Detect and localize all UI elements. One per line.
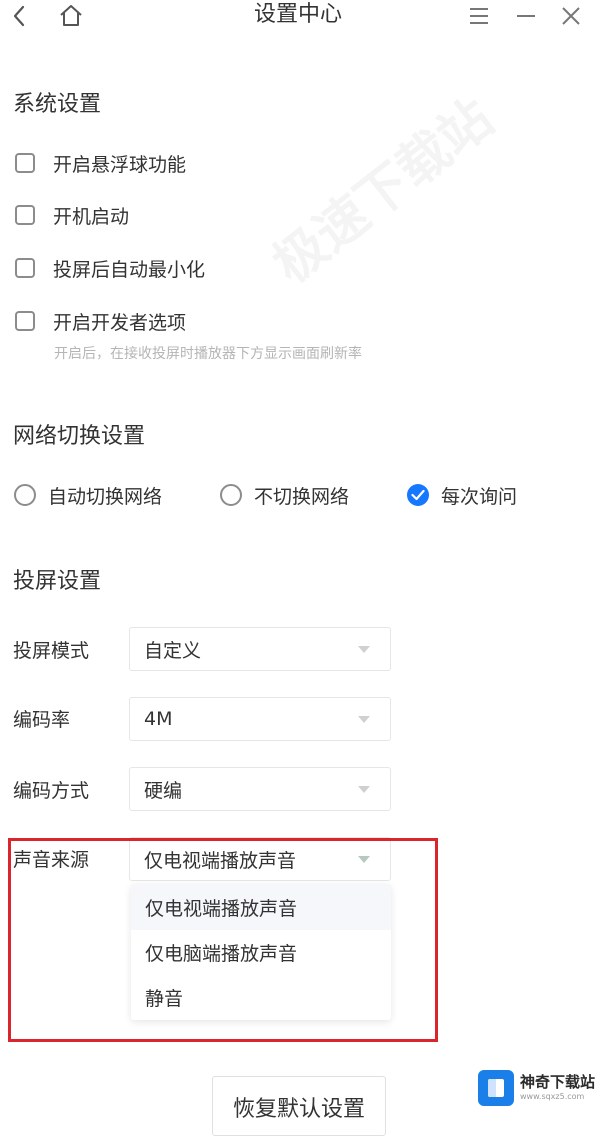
annotation-highlight-box — [8, 838, 438, 1042]
logo-name: 神奇下载站 — [520, 1073, 596, 1091]
watermark: 极速下载站 — [254, 78, 505, 297]
dropdown-arrow-icon — [358, 716, 370, 723]
bitrate-label: 编码率 — [13, 709, 71, 731]
radio-button[interactable] — [14, 484, 36, 506]
option-auto-minimize[interactable]: 投屏后自动最小化 — [15, 254, 205, 282]
option-floating-ball[interactable]: 开启悬浮球功能 — [15, 149, 186, 177]
radio-button-checked[interactable] — [407, 484, 429, 506]
radio-label: 自动切换网络 — [48, 485, 163, 508]
minimize-icon[interactable] — [512, 2, 540, 30]
radio-button[interactable] — [220, 484, 242, 506]
select-value: 硬编 — [144, 779, 183, 802]
close-icon[interactable] — [557, 2, 585, 30]
radio-ask-every-time[interactable]: 每次询问 — [407, 480, 517, 510]
encoding-label: 编码方式 — [13, 780, 90, 802]
cast-mode-select[interactable]: 自定义 — [129, 627, 391, 671]
checkbox[interactable] — [15, 205, 35, 225]
checkmark-icon — [411, 489, 425, 501]
checkbox[interactable] — [15, 258, 35, 278]
radio-no-switch[interactable]: 不切换网络 — [220, 480, 349, 510]
cast-mode-label: 投屏模式 — [13, 640, 90, 662]
reset-defaults-button[interactable]: 恢复默认设置 — [212, 1076, 386, 1136]
dropdown-arrow-icon — [358, 646, 370, 653]
logo-url: www.sqxz5.com — [520, 1092, 585, 1101]
option-label: 开启开发者选项 — [53, 311, 187, 334]
logo-icon — [478, 1070, 514, 1106]
option-label: 开机启动 — [53, 205, 130, 228]
select-value: 4M — [144, 708, 173, 730]
radio-label: 不切换网络 — [254, 485, 350, 508]
cast-settings-title: 投屏设置 — [13, 569, 102, 594]
window-title: 设置中心 — [253, 2, 342, 27]
option-auto-start[interactable]: 开机启动 — [15, 201, 129, 229]
developer-hint: 开启后，在接收投屏时播放器下方显示画面刷新率 — [54, 346, 362, 362]
checkbox[interactable] — [15, 153, 35, 173]
system-settings-title: 系统设置 — [13, 92, 102, 117]
radio-label: 每次询问 — [441, 485, 518, 508]
menu-icon[interactable] — [465, 2, 493, 30]
radio-auto-switch[interactable]: 自动切换网络 — [14, 480, 162, 510]
option-label: 开启悬浮球功能 — [53, 153, 187, 176]
checkbox[interactable] — [15, 311, 35, 331]
encoding-select[interactable]: 硬编 — [129, 767, 391, 811]
network-settings-title: 网络切换设置 — [13, 424, 146, 449]
dropdown-arrow-icon — [358, 786, 370, 793]
select-value: 自定义 — [144, 639, 202, 662]
option-developer[interactable]: 开启开发者选项 — [15, 307, 186, 335]
option-label: 投屏后自动最小化 — [53, 258, 206, 281]
site-logo: 神奇下载站 www.sqxz5.com — [478, 1070, 595, 1106]
bitrate-select[interactable]: 4M — [129, 697, 391, 741]
